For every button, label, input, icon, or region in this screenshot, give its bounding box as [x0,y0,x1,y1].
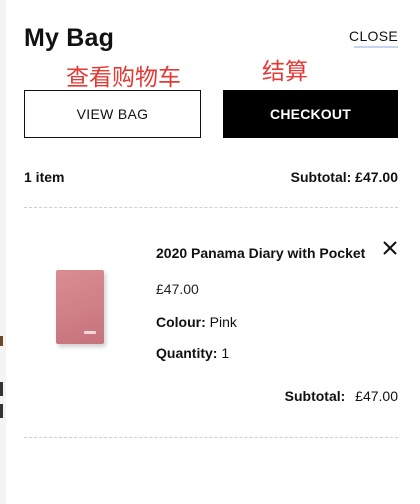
mini-bag-panel: My Bag CLOSE 查看购物车 结算 VIEW BAG CHECKOUT … [24,0,398,504]
product-image[interactable] [56,270,104,344]
background-page-edge [0,0,6,504]
line-item-subtotal: Subtotal: £47.00 [285,388,398,404]
colour-value: Pink [209,314,237,330]
background-page-fragment [0,336,3,346]
close-x-icon[interactable] [382,240,398,260]
checkout-button[interactable]: CHECKOUT [223,90,398,138]
product-colour: Colour: Pink [156,314,237,330]
close-button[interactable]: CLOSE [349,28,398,44]
quantity-value: 1 [221,345,230,361]
product-name[interactable]: 2020 Panama Diary with Pocket [156,245,365,261]
quantity-label: Quantity: [156,345,218,361]
colour-label: Colour: [156,314,206,330]
bag-title: My Bag [24,24,115,52]
background-page-fragment [0,382,3,396]
background-page-fragment [0,404,3,418]
bag-subtotal: Subtotal: £47.00 [290,169,398,185]
remove-item-icon [383,241,397,255]
divider [24,437,398,438]
view-bag-annotation: 查看购物车 [66,65,181,91]
product-price: £47.00 [156,281,199,297]
view-bag-button[interactable]: VIEW BAG [24,90,201,138]
checkout-annotation: 结算 [262,59,308,85]
line-subtotal-label: Subtotal: [284,388,346,404]
product-quantity: Quantity: 1 [156,345,229,361]
close-underline [354,46,398,48]
line-subtotal-value: £47.00 [355,388,398,404]
product-logo-mark [84,331,96,334]
item-count: 1 item [24,169,65,185]
divider [24,207,398,208]
